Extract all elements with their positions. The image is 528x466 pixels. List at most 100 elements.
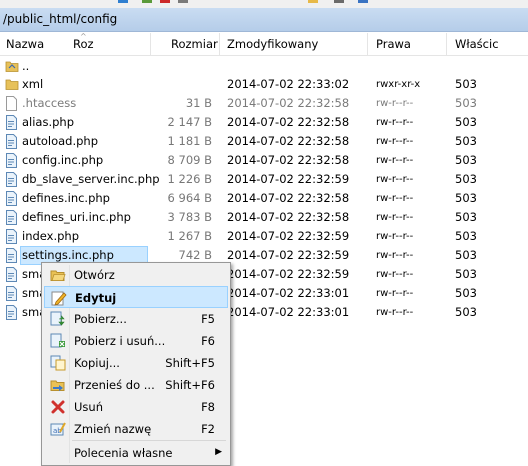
- php-file-icon: [5, 134, 18, 149]
- menu-item-label: Usuń: [74, 400, 103, 414]
- file-permissions: rwxr-xr-x: [376, 79, 421, 90]
- file-size: 8 709 B: [167, 153, 212, 167]
- toolbar-grey-icon[interactable]: [178, 0, 188, 3]
- php-file-icon: [5, 267, 18, 282]
- file-size: 31 B: [185, 96, 212, 110]
- file-owner: 503: [455, 191, 477, 205]
- file-permissions: rw-r--r--: [376, 117, 414, 128]
- file-row[interactable]: index.php 1 267 B 2014-07-02 22:32:59 rw-r-…: [0, 227, 528, 246]
- file-row[interactable]: db_slave_server.inc.php 1 226 B 2014-07-02…: [0, 170, 528, 189]
- file-row[interactable]: autoload.php 1 181 B 2014-07-02 22:32:58 rw…: [0, 132, 528, 151]
- parent-folder-icon: [5, 59, 19, 74]
- file-name[interactable]: config.inc.php: [22, 153, 103, 167]
- file-row[interactable]: .htaccess 31 B 2014-07-02 22:32:58 rw-r--r-…: [0, 94, 528, 113]
- file-modified: 2014-07-02 22:33:01: [227, 286, 350, 300]
- toolbar-blue2-icon[interactable]: [358, 0, 368, 3]
- toolbar-delete-icon[interactable]: [160, 0, 170, 3]
- sort-arrow-icon: ^: [80, 32, 87, 41]
- menu-item[interactable]: Pobierz... F5: [44, 308, 228, 330]
- file-permissions: rw-r--r--: [376, 269, 414, 280]
- file-name[interactable]: .htaccess: [22, 96, 76, 110]
- toolbar-dropdown-icon[interactable]: [334, 0, 344, 3]
- menu-item[interactable]: Pobierz i usuń... F6: [44, 330, 228, 352]
- file-row[interactable]: defines_uri.inc.php 3 783 B 2014-07-02 22:…: [0, 208, 528, 227]
- file-row[interactable]: xml 2014-07-02 22:33:02 rwxr-xr-x 503: [0, 75, 528, 94]
- toolbar-green-icon[interactable]: [142, 0, 152, 3]
- file-owner: 503: [455, 96, 477, 110]
- move-icon: [50, 377, 66, 393]
- menu-item[interactable]: ab Zmień nazwę F2: [44, 418, 228, 440]
- file-modified: 2014-07-02 22:32:59: [227, 172, 350, 186]
- file-name[interactable]: alias.php: [22, 115, 74, 129]
- col-perms[interactable]: Prawa: [376, 37, 411, 51]
- file-name[interactable]: xml: [22, 77, 43, 91]
- php-file-icon: [5, 210, 18, 225]
- file-name[interactable]: defines.inc.php: [22, 191, 110, 205]
- column-header: Nazwa Roz ^ Rozmiar Zmodyfikowany Prawa …: [0, 32, 528, 56]
- file-row[interactable]: config.inc.php 8 709 B 2014-07-02 22:32:58…: [0, 151, 528, 170]
- menu-separator: [72, 440, 226, 441]
- file-name[interactable]: ..: [22, 59, 29, 73]
- path-bar[interactable]: /public_html/config: [0, 8, 528, 32]
- file-modified: 2014-07-02 22:32:59: [227, 248, 350, 262]
- file-owner: 503: [455, 77, 477, 91]
- col-owner[interactable]: Właścic: [455, 37, 499, 51]
- file-permissions: rw-r--r--: [376, 212, 414, 223]
- menu-item-shortcut: Shift+F6: [165, 378, 215, 392]
- file-modified: 2014-07-02 22:32:59: [227, 229, 350, 243]
- file-modified: 2014-07-02 22:32:59: [227, 267, 350, 281]
- context-menu: Otwórz Edytuj Pobierz... F5 Pobierz i usuń..…: [41, 262, 231, 466]
- col-modified[interactable]: Zmodyfikowany: [227, 37, 318, 51]
- file-modified: 2014-07-02 22:32:58: [227, 191, 350, 205]
- file-name[interactable]: db_slave_server.inc.php: [22, 172, 160, 186]
- toolbar-folder-icon[interactable]: [308, 0, 318, 3]
- file-permissions: rw-r--r--: [376, 193, 414, 204]
- file-row[interactable]: ..: [0, 57, 528, 76]
- file-modified: 2014-07-02 22:33:02: [227, 77, 350, 91]
- menu-item-shortcut: F6: [201, 334, 215, 348]
- col-name[interactable]: Nazwa: [6, 37, 44, 51]
- file-name[interactable]: index.php: [22, 229, 79, 243]
- current-path: /public_html/config: [3, 12, 118, 26]
- file-owner: 503: [455, 172, 477, 186]
- file-modified: 2014-07-02 22:32:58: [227, 153, 350, 167]
- menu-item-label: Otwórz: [74, 268, 115, 282]
- file-name[interactable]: settings.inc.php: [22, 248, 114, 262]
- file-modified: 2014-07-02 22:32:58: [227, 210, 350, 224]
- download-delete-icon: [50, 333, 66, 349]
- folder-icon: [5, 77, 19, 92]
- file-owner: 503: [455, 286, 477, 300]
- menu-item-label: Zmień nazwę: [74, 422, 152, 436]
- file-name[interactable]: defines_uri.inc.php: [22, 210, 131, 224]
- file-modified: 2014-07-02 22:32:58: [227, 134, 350, 148]
- menu-item[interactable]: Polecenia własne ▶: [44, 442, 228, 464]
- menu-item-shortcut: F5: [201, 312, 215, 326]
- file-modified: 2014-07-02 22:32:58: [227, 115, 350, 129]
- menu-item-label: Edytuj: [75, 291, 117, 305]
- menu-item[interactable]: Usuń F8: [44, 396, 228, 418]
- col-size[interactable]: Rozmiar: [171, 37, 218, 51]
- file-row[interactable]: defines.inc.php 6 964 B 2014-07-02 22:32:5…: [0, 189, 528, 208]
- open-folder-icon: [50, 267, 66, 283]
- menu-item[interactable]: Kopiuj... Shift+F5: [44, 352, 228, 374]
- php-file-icon: [5, 248, 18, 263]
- file-modified: 2014-07-02 22:32:58: [227, 96, 350, 110]
- menu-item-label: Przenieś do ...: [74, 378, 155, 392]
- copy-icon: [50, 355, 66, 371]
- menu-item[interactable]: Otwórz: [44, 264, 228, 286]
- php-file-icon: [5, 229, 18, 244]
- menu-item[interactable]: Przenieś do ... Shift+F6: [44, 374, 228, 396]
- file-owner: 503: [455, 134, 477, 148]
- file-permissions: rw-r--r--: [376, 307, 414, 318]
- toolbar-blue-icon[interactable]: [118, 0, 128, 3]
- file-size: 3 783 B: [167, 210, 212, 224]
- file-icon: [5, 96, 18, 111]
- file-owner: 503: [455, 248, 477, 262]
- file-row[interactable]: alias.php 2 147 B 2014-07-02 22:32:58 rw-r-…: [0, 113, 528, 132]
- file-size: 6 964 B: [167, 191, 212, 205]
- file-owner: 503: [455, 229, 477, 243]
- file-name[interactable]: autoload.php: [22, 134, 98, 148]
- file-permissions: rw-r--r--: [376, 288, 414, 299]
- menu-item-shortcut: F2: [201, 422, 215, 436]
- menu-item[interactable]: Edytuj: [44, 286, 228, 308]
